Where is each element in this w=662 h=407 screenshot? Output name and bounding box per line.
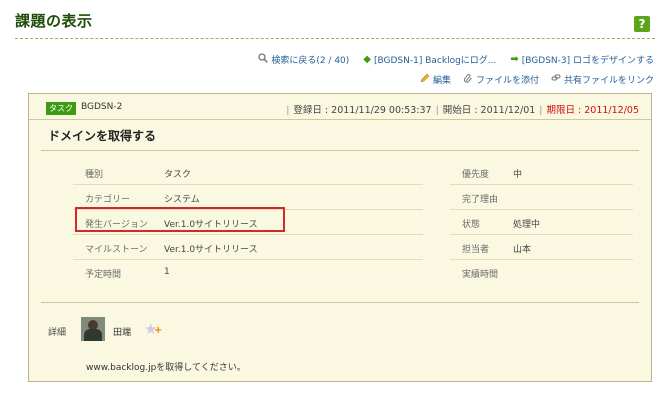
field-label-estimated-hours: 予定時間 — [85, 270, 122, 280]
field-label-status: 状態 — [462, 220, 481, 230]
start-date: 開始日 : 2011/12/01 — [442, 105, 536, 116]
issue-type-badge: タスク — [46, 102, 76, 115]
issue-navigation: 検索に戻る(2 / 40) ◆ [BGDSN-1] Backlogにログ... … — [258, 53, 654, 66]
field-row: マイルストーン Ver.1.0サイトリリース 担当者 山本 — [73, 235, 633, 260]
field-value-category: システム — [164, 195, 200, 205]
field-value-estimated-hours: 1 — [164, 267, 170, 277]
field-value-priority: 中 — [513, 170, 523, 180]
field-value-type: タスク — [164, 170, 192, 180]
issue-description: www.backlog.jpを取得してください。 — [86, 363, 246, 373]
link-icon — [551, 73, 561, 86]
prev-issue-label: [BGDSN-1] Backlogにログ... — [374, 56, 497, 66]
field-row: 予定時間 1 実績時間 — [73, 260, 633, 285]
link-shared-file-label: 共有ファイルをリンク — [563, 76, 654, 86]
issue-dates: | 登録日 : 2011/11/29 00:53:37 | 開始日 : 2011/12… — [282, 102, 639, 116]
issue-header: タスク BGDSN-2 | 登録日 : 2011/11/29 00:53:37 | 開… — [29, 94, 651, 120]
next-issue-link[interactable]: ➡ [BGDSN-3] ロゴをデザインする — [510, 53, 654, 66]
add-star-icon: + — [154, 325, 163, 336]
summary-divider — [41, 150, 639, 151]
avatar-body — [84, 329, 102, 341]
date-separator: | — [539, 105, 543, 116]
next-issue-label: [BGDSN-3] ロゴをデザインする — [521, 56, 654, 66]
prev-issue-link[interactable]: ◆ [BGDSN-1] Backlogにログ... — [363, 53, 496, 66]
field-label-assignee: 担当者 — [462, 245, 490, 255]
issue-key: BGDSN-2 — [81, 102, 123, 112]
edit-label: 編集 — [432, 76, 451, 86]
date-separator: | — [435, 105, 439, 116]
field-label-category: カテゴリー — [85, 195, 131, 205]
author-name[interactable]: 田端 — [113, 325, 131, 338]
field-value-status: 処理中 — [513, 220, 541, 230]
issue-panel: タスク BGDSN-2 | 登録日 : 2011/11/29 00:53:37 | 開… — [28, 93, 652, 382]
field-label-priority: 優先度 — [462, 170, 490, 180]
attach-file-label: ファイルを添付 — [475, 76, 539, 86]
due-date: 期限日 : 2011/12/05 — [546, 105, 640, 116]
back-to-search-link[interactable]: 検索に戻る(2 / 40) — [258, 53, 349, 66]
issue-summary: ドメインを取得する — [48, 129, 157, 143]
link-shared-file-button[interactable]: 共有ファイルをリンク — [551, 73, 654, 86]
field-value-milestone: Ver.1.0サイトリリース — [164, 245, 258, 255]
affected-version-highlight — [75, 207, 285, 232]
pencil-icon — [420, 73, 430, 86]
field-label-milestone: マイルストーン — [85, 245, 148, 255]
issue-actions: 編集 ファイルを添付 共有ファイルをリンク — [420, 73, 654, 86]
edit-button[interactable]: 編集 — [420, 73, 451, 86]
arrow-right-icon: ➡ — [510, 54, 519, 65]
field-label-resolution: 完了理由 — [462, 195, 499, 205]
paperclip-icon — [463, 73, 473, 86]
back-to-search-label: 検索に戻る(2 / 40) — [271, 56, 350, 66]
detail-label: 詳細 — [48, 328, 67, 338]
field-value-assignee: 山本 — [513, 245, 532, 255]
magnifier-icon — [258, 53, 269, 66]
arrow-left-icon: ◆ — [363, 54, 371, 65]
avatar[interactable] — [81, 317, 105, 341]
title-divider — [15, 38, 655, 39]
field-label-actual-hours: 実績時間 — [462, 270, 499, 280]
help-icon[interactable]: ? — [634, 16, 650, 32]
date-separator: | — [286, 105, 290, 116]
detail-divider — [41, 302, 639, 303]
field-label-type: 種別 — [85, 170, 104, 180]
attach-file-button[interactable]: ファイルを添付 — [463, 73, 539, 86]
page-title: 課題の表示 — [15, 12, 93, 30]
field-row: 種別 タスク 優先度 中 — [73, 160, 633, 185]
registered-date: 登録日 : 2011/11/29 00:53:37 — [293, 105, 432, 116]
